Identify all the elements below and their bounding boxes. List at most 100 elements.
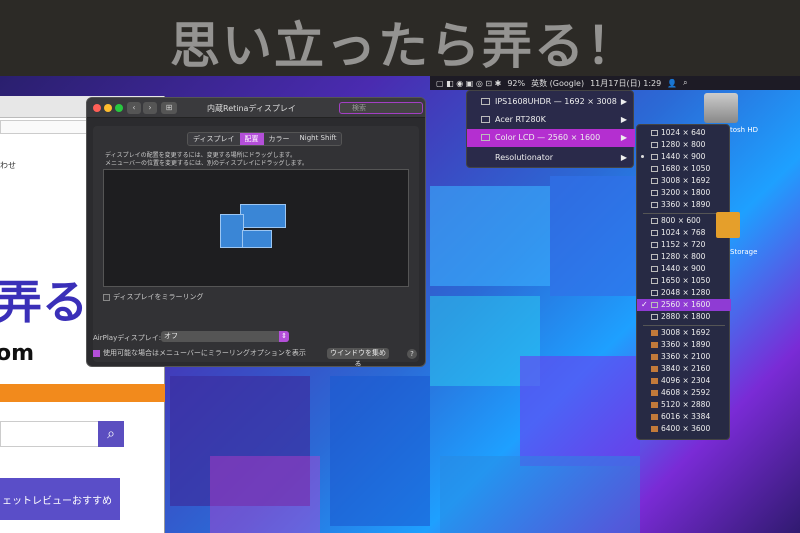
res-label: 1280 × 800: [661, 252, 706, 261]
res-item[interactable]: 3840 × 2160: [637, 363, 731, 375]
res-item[interactable]: 4096 × 2304: [637, 375, 731, 387]
res-item[interactable]: 1440 × 900: [637, 263, 731, 275]
tab-bar: ディスプレイ 配置 カラー Night Shift: [187, 132, 343, 146]
mirror-checkbox[interactable]: [103, 293, 110, 301]
menu-item-label: Resolutionator: [495, 153, 554, 162]
forward-button[interactable]: ›: [143, 102, 157, 114]
tab-arrangement[interactable]: 配置: [239, 133, 264, 145]
res-item[interactable]: 6016 × 3384: [637, 411, 731, 423]
chevron-right-icon: ▶: [620, 97, 627, 106]
user-icon[interactable]: 👤: [667, 79, 677, 88]
image-icon: [651, 426, 658, 432]
back-button[interactable]: ‹: [127, 102, 141, 114]
display-icon: [651, 130, 658, 136]
display-icon: [651, 154, 658, 160]
bullet-icon: [641, 155, 644, 158]
display-thumb-2[interactable]: [220, 214, 244, 248]
display-icon: [651, 218, 658, 224]
site-nav-text[interactable]: わせ: [0, 160, 90, 171]
window-titlebar[interactable]: ‹ › ⊞ 内蔵Retinaディスプレイ 検索: [87, 98, 425, 118]
show-mirroring-row[interactable]: 使用可能な場合はメニューバーにミラーリングオプションを表示: [93, 348, 306, 358]
res-item[interactable]: 3360 × 1890: [637, 199, 731, 211]
display-icon: [481, 134, 490, 141]
res-item[interactable]: 1280 × 800: [637, 139, 731, 151]
zoom-button[interactable]: [115, 104, 123, 112]
help-button[interactable]: ?: [407, 349, 417, 359]
display-arrangement-area: [103, 169, 409, 287]
res-item[interactable]: 1680 × 1050: [637, 163, 731, 175]
display-icon: [481, 116, 490, 123]
res-item[interactable]: 1280 × 800: [637, 251, 731, 263]
res-item[interactable]: 2048 × 1280: [637, 287, 731, 299]
menu-item-ips1608[interactable]: IPS1608UHDR — 1692 × 3008 ▶: [467, 93, 635, 111]
res-label: 1680 × 1050: [661, 164, 711, 173]
folder-icon[interactable]: [716, 212, 740, 238]
tab-display[interactable]: ディスプレイ: [188, 133, 240, 145]
window-title: 内蔵Retinaディスプレイ: [207, 104, 296, 113]
display-icon: [651, 278, 658, 284]
res-item[interactable]: 3360 × 2100: [637, 351, 731, 363]
chevron-right-icon: ▶: [620, 153, 627, 162]
display-icon: [651, 302, 658, 308]
res-label: 1440 × 900: [661, 152, 706, 161]
display-icon: [651, 142, 658, 148]
hard-drive-icon[interactable]: [704, 93, 738, 123]
grid-icon[interactable]: ⊞: [161, 102, 177, 114]
menu-item-color-lcd[interactable]: Color LCD — 2560 × 1600 ▶: [467, 129, 635, 147]
display-icon: [651, 314, 658, 320]
site-recommend-button[interactable]: ェットレビューおすすめ: [0, 478, 120, 520]
separator: [643, 213, 725, 214]
res-label: 3200 × 1800: [661, 188, 711, 197]
menubar-icons[interactable]: ▢ ◧ ◉ ▣ ◎ ⊡ ✱: [436, 79, 501, 88]
close-button[interactable]: [93, 104, 101, 112]
search-input[interactable]: 検索: [339, 102, 423, 114]
gather-windows-button[interactable]: ウインドウを集める: [327, 348, 389, 366]
search-icon[interactable]: ⌕: [98, 421, 124, 447]
res-item[interactable]: 4608 × 2592: [637, 387, 731, 399]
airplay-select[interactable]: オフ: [161, 331, 289, 342]
image-icon: [651, 354, 658, 360]
res-label: 4096 × 2304: [661, 376, 711, 385]
storage-label: Storage: [730, 248, 758, 256]
minimize-button[interactable]: [104, 104, 112, 112]
res-item[interactable]: 1152 × 720: [637, 239, 731, 251]
res-item[interactable]: 2880 × 1800: [637, 311, 731, 323]
chevron-right-icon: ▶: [620, 133, 627, 142]
display-icon: [651, 190, 658, 196]
res-item-selected[interactable]: ✓ 2560 × 1600: [637, 299, 731, 311]
help-line-1: ディスプレイの配置を変更するには、変更する場所にドラッグします。: [105, 152, 296, 159]
display-prefs-window: ‹ › ⊞ 内蔵Retinaディスプレイ 検索 ディスプレイ 配置 カラー Ni…: [86, 97, 426, 367]
mirror-displays-row[interactable]: ディスプレイをミラーリング: [103, 292, 204, 302]
res-item[interactable]: 3200 × 1800: [637, 187, 731, 199]
input-source[interactable]: 英数 (Google): [531, 78, 584, 89]
display-thumb-main[interactable]: [242, 230, 272, 248]
show-mirroring-checkbox[interactable]: [93, 349, 100, 357]
display-icon: [651, 254, 658, 260]
display-icon: [651, 230, 658, 236]
display-thumb-1[interactable]: [240, 204, 286, 228]
res-item[interactable]: 1440 × 900: [637, 151, 731, 163]
wifi-battery[interactable]: 92%: [507, 79, 525, 88]
res-label: 1024 × 768: [661, 228, 706, 237]
site-hero-text: 弄る: [0, 275, 88, 329]
image-icon: [651, 330, 658, 336]
res-item[interactable]: 6400 × 3600: [637, 423, 731, 435]
res-item[interactable]: 3008 × 1692: [637, 327, 731, 339]
tab-color[interactable]: カラー: [263, 133, 295, 145]
menu-item-acer[interactable]: Acer RT280K ▶: [467, 111, 635, 129]
clock[interactable]: 11月17日(日) 1:29: [590, 78, 661, 89]
res-item[interactable]: [637, 435, 731, 441]
search-icon[interactable]: ⌕: [683, 78, 687, 88]
res-item[interactable]: 5120 × 2880: [637, 399, 731, 411]
res-item[interactable]: 3360 × 1890: [637, 339, 731, 351]
res-label: 2880 × 1800: [661, 312, 711, 321]
image-icon: [651, 402, 658, 408]
res-label: 4608 × 2592: [661, 388, 711, 397]
res-item[interactable]: 3008 × 1692: [637, 175, 731, 187]
tab-night-shift[interactable]: Night Shift: [294, 133, 342, 145]
res-item[interactable]: 1650 × 1050: [637, 275, 731, 287]
menu-item-resolutionator[interactable]: Resolutionator ▶: [467, 149, 635, 167]
mirror-label: ディスプレイをミラーリング: [113, 293, 204, 301]
res-item[interactable]: 1024 × 640: [637, 127, 731, 139]
res-label: 3840 × 2160: [661, 364, 711, 373]
